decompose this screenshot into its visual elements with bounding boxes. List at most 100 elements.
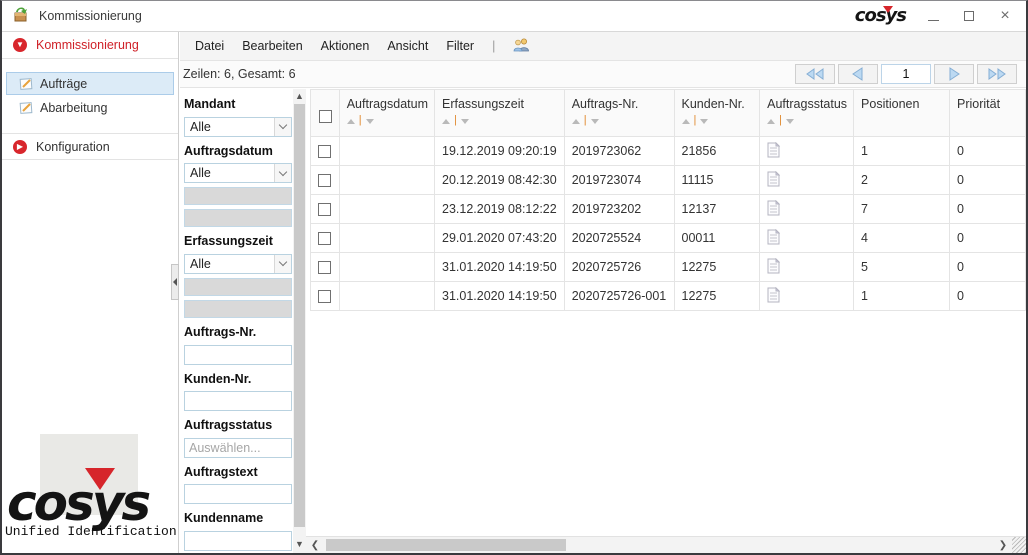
sort-asc-icon[interactable] [767,119,775,124]
sort-desc-icon[interactable] [786,119,794,124]
cell-prioritaet: 0 [950,195,1026,224]
prev-page-button[interactable] [838,64,878,84]
sort-control[interactable]: | [682,117,754,126]
menu-ansicht[interactable]: Ansicht [387,39,428,53]
mandant-select[interactable]: Alle [184,117,292,137]
sort-asc-icon[interactable] [682,119,690,124]
last-page-button[interactable] [977,64,1017,84]
column-header-positionen[interactable]: Positionen [854,90,950,137]
filter-label-erfassungszeit: Erfassungszeit [184,234,292,250]
cell-kunden_nr: 00011 [674,224,760,253]
cell-auftrags_nr: 2020725726 [564,253,674,282]
table-h-scrollbar[interactable]: ❮ ❯ [306,536,1026,553]
auftragsdatum-select[interactable]: Alle [184,163,292,183]
cell-auftrags_nr: 2019723202 [564,195,674,224]
sort-asc-icon[interactable] [572,119,580,124]
column-label: Auftragsdatum [347,97,428,111]
sort-desc-icon[interactable] [700,119,708,124]
next-page-button[interactable] [934,64,974,84]
chevron-down-icon[interactable] [274,255,291,273]
scroll-up-icon[interactable]: ▲ [293,89,306,103]
maximize-button[interactable] [960,10,978,23]
sort-control[interactable]: | [347,117,428,126]
column-header-auftragsdatum[interactable]: Auftragsdatum | [339,90,434,137]
table-row[interactable]: 19.12.2019 09:20:19201972306221856 10 [311,137,1026,166]
row-checkbox[interactable] [318,290,331,303]
cell-auftragsdatum [339,224,434,253]
table-row[interactable]: 29.01.2020 07:43:20202072552400011 40 [311,224,1026,253]
cell-erfassungszeit: 19.12.2019 09:20:19 [435,137,565,166]
column-header-auftrags_nr[interactable]: Auftrags-Nr. | [564,90,674,137]
scroll-right-icon[interactable]: ❯ [996,537,1010,553]
scrollbar-thumb[interactable] [294,104,305,527]
cell-positionen: 1 [854,137,950,166]
row-select-cell [311,253,340,282]
filter-scrollbar[interactable]: ▲ ▼ [293,89,306,553]
sidebar-item-auftraege[interactable]: Aufträge [6,72,174,95]
chevron-down-icon[interactable] [274,164,291,182]
chevron-down-icon[interactable] [274,118,291,136]
column-header-prioritaet[interactable]: Priorität [950,90,1026,137]
table-row[interactable]: 31.01.2020 14:19:50202072572612275 50 [311,253,1026,282]
menu-datei[interactable]: Datei [195,39,224,53]
sort-desc-icon[interactable] [461,119,469,124]
cosys-logo-small: cosys [855,7,906,25]
column-header-erfassungszeit[interactable]: Erfassungszeit | [435,90,565,137]
sidebar-collapse-handle[interactable] [171,264,179,300]
row-select-cell [311,195,340,224]
cell-auftrags_nr: 2019723062 [564,137,674,166]
erfassungszeit-select[interactable]: Alle [184,254,292,274]
cell-erfassungszeit: 31.01.2020 14:19:50 [435,253,565,282]
scroll-left-icon[interactable]: ❮ [308,537,322,553]
sidebar-item-abarbeitung[interactable]: Abarbeitung [6,96,174,119]
orders-tbody: 19.12.2019 09:20:19201972306221856 10 20… [311,137,1026,311]
sort-control[interactable]: | [767,117,847,126]
cell-prioritaet: 0 [950,166,1026,195]
cell-positionen: 1 [854,282,950,311]
table-row[interactable]: 20.12.2019 08:42:30201972307411115 20 [311,166,1026,195]
column-header-kunden_nr[interactable]: Kunden-Nr. | [674,90,760,137]
page-input[interactable] [881,64,931,84]
cell-erfassungszeit: 23.12.2019 08:12:22 [435,195,565,224]
cell-auftrags_nr: 2020725524 [564,224,674,253]
row-checkbox[interactable] [318,261,331,274]
scrollbar-thumb[interactable] [326,539,566,551]
close-button[interactable]: × [996,8,1014,24]
first-page-button[interactable] [795,64,835,84]
table-row[interactable]: 23.12.2019 08:12:22201972320212137 70 [311,195,1026,224]
sort-asc-icon[interactable] [347,119,355,124]
row-checkbox[interactable] [318,203,331,216]
sort-desc-icon[interactable] [366,119,374,124]
column-label: Priorität [957,97,1019,111]
auftragsstatus-input[interactable] [184,438,292,458]
sidebar-group-kommissionierung[interactable]: ▼ Kommissionierung [2,32,178,59]
sort-asc-icon[interactable] [442,119,450,124]
users-icon[interactable] [513,37,530,55]
menu-aktionen[interactable]: Aktionen [321,39,370,53]
sidebar-group-konfiguration[interactable]: ▶ Konfiguration [2,133,178,160]
kundenname-input[interactable] [184,531,292,551]
sort-separator: | [359,115,362,126]
sort-control[interactable]: | [572,117,668,126]
scroll-down-icon[interactable]: ▼ [293,537,306,551]
window-title: Kommissionierung [39,9,142,23]
table-row[interactable]: 31.01.2020 14:19:502020725726-00112275 1… [311,282,1026,311]
column-header-auftragsstatus[interactable]: Auftragsstatus | [760,90,854,137]
auftragstext-input[interactable] [184,484,292,504]
row-checkbox[interactable] [318,232,331,245]
select-all-checkbox[interactable] [319,110,332,123]
sort-control[interactable]: | [442,117,558,126]
sort-desc-icon[interactable] [591,119,599,124]
cell-kunden_nr: 11115 [674,166,760,195]
menu-filter[interactable]: Filter [446,39,474,53]
resize-grip[interactable] [1012,537,1026,553]
auftrags-nr-input[interactable] [184,345,292,365]
kunden-nr-input[interactable] [184,391,292,411]
row-checkbox[interactable] [318,145,331,158]
minimize-button[interactable] [924,10,942,23]
menu-bearbeiten[interactable]: Bearbeiten [242,39,302,53]
document-icon [767,258,780,274]
row-checkbox[interactable] [318,174,331,187]
cell-prioritaet: 0 [950,282,1026,311]
filter-label-auftragstext: Auftragstext [184,465,292,481]
